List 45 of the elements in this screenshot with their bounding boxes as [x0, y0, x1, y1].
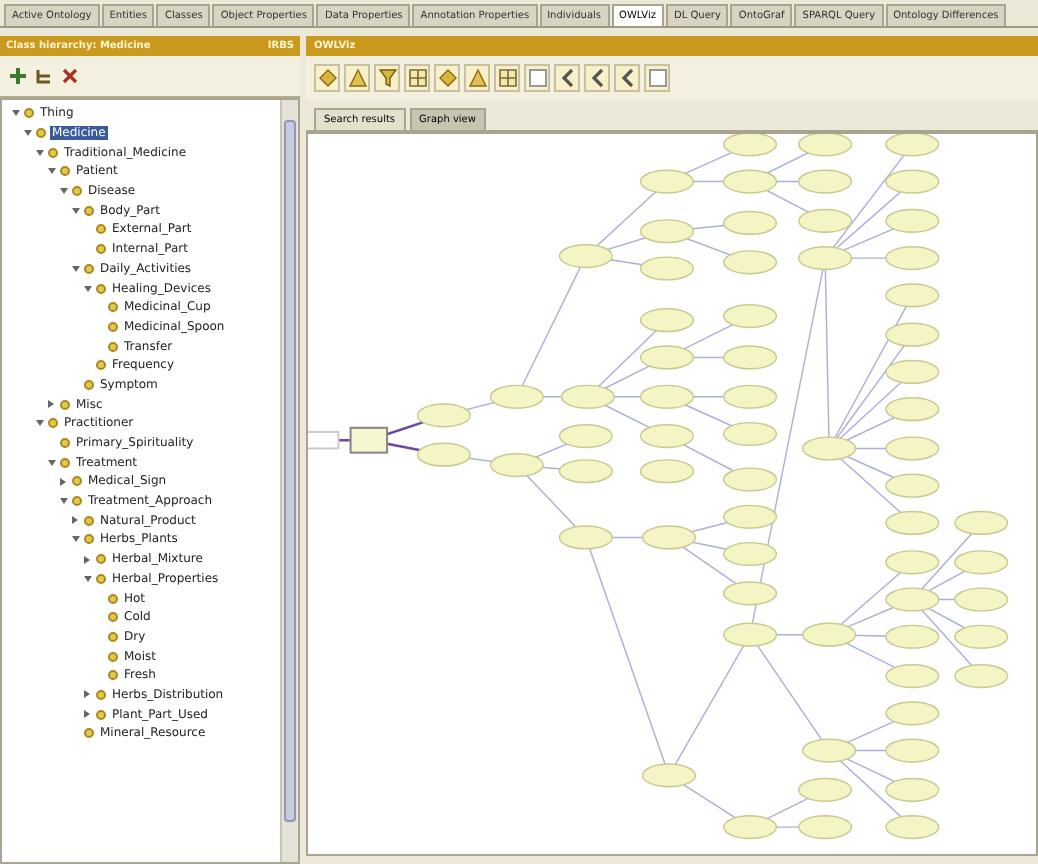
toolbar-button[interactable] [614, 64, 640, 92]
expand-icon[interactable] [84, 690, 90, 699]
toolbar-button[interactable] [314, 64, 340, 92]
collapse-icon[interactable] [59, 188, 67, 195]
toolbar-button[interactable] [344, 64, 370, 92]
expand-icon[interactable] [48, 400, 54, 409]
expand-icon[interactable] [72, 516, 78, 525]
scrollbar-thumb[interactable] [284, 120, 296, 822]
toolbar-button[interactable] [374, 64, 400, 92]
collapse-icon[interactable] [35, 149, 43, 156]
collapse-icon[interactable] [11, 110, 19, 117]
grid-icon [407, 68, 427, 88]
collapse-icon[interactable] [35, 420, 43, 427]
collapse-icon[interactable] [71, 536, 79, 543]
toolbar-button[interactable] [524, 64, 550, 92]
branch-icon [34, 66, 54, 86]
collapse-icon[interactable] [59, 498, 67, 505]
grid-icon [497, 68, 517, 88]
triangle-icon [347, 68, 367, 88]
expand-icon[interactable] [60, 477, 66, 486]
toolbar-button[interactable] [464, 64, 490, 92]
collapse-icon[interactable] [83, 575, 91, 582]
collapse-icon[interactable] [47, 168, 55, 175]
square-icon [527, 68, 547, 88]
toolbar-button[interactable] [644, 64, 670, 92]
toolbar-button[interactable] [494, 64, 520, 92]
expand-icon[interactable] [84, 555, 90, 564]
filter-icon [377, 68, 397, 88]
toolbar-button[interactable] [404, 64, 430, 92]
toolbar-button[interactable] [554, 64, 580, 92]
square-icon [647, 68, 667, 88]
diamond-icon [437, 68, 457, 88]
class-nodes[interactable] [308, 134, 1009, 840]
collapse-icon[interactable] [83, 285, 91, 292]
plus-icon [8, 66, 28, 86]
delete-icon [60, 66, 80, 86]
expand-icon[interactable] [84, 710, 90, 719]
diamond-icon [317, 68, 337, 88]
triangle-icon [467, 68, 487, 88]
collapse-icon[interactable] [23, 130, 31, 137]
toolbar-button[interactable] [584, 64, 610, 92]
collapse-icon[interactable] [47, 459, 55, 466]
collapse-icon[interactable] [71, 207, 79, 214]
collapse-icon[interactable] [71, 265, 79, 272]
toolbar-button[interactable] [434, 64, 460, 92]
